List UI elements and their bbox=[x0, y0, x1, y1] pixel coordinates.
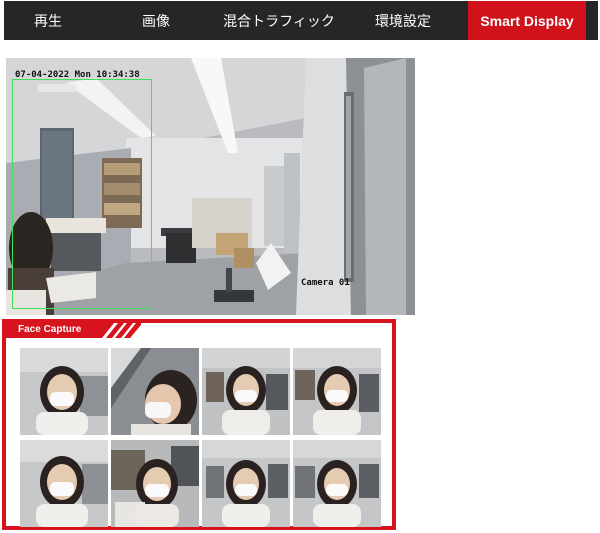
face-image bbox=[20, 440, 108, 527]
face-detection-box bbox=[12, 79, 152, 309]
face-image bbox=[293, 440, 381, 527]
face-thumbnail[interactable] bbox=[20, 348, 108, 435]
face-thumbnail[interactable] bbox=[202, 348, 290, 435]
face-thumbnail[interactable] bbox=[111, 348, 199, 435]
tab-settings[interactable]: 環境設定 bbox=[338, 1, 468, 40]
face-image bbox=[202, 440, 290, 527]
camera-name-overlay: Camera 01 bbox=[301, 278, 350, 288]
face-thumbnail[interactable] bbox=[111, 440, 199, 527]
tab-smart-display[interactable]: Smart Display bbox=[468, 1, 586, 40]
tab-mixed-traffic[interactable]: 混合トラフィック bbox=[220, 1, 338, 40]
tab-image[interactable]: 画像 bbox=[92, 1, 220, 40]
face-thumbnail[interactable] bbox=[293, 440, 381, 527]
face-thumbnail[interactable] bbox=[293, 348, 381, 435]
face-image bbox=[111, 440, 199, 527]
top-nav-bar: 再生 画像 混合トラフィック 環境設定 Smart Display bbox=[4, 1, 598, 40]
panel-title: Face Capture bbox=[18, 324, 82, 335]
face-capture-grid bbox=[16, 348, 386, 528]
tab-playback[interactable]: 再生 bbox=[4, 1, 92, 40]
face-image bbox=[20, 348, 108, 435]
face-thumbnail[interactable] bbox=[202, 440, 290, 527]
face-image bbox=[111, 348, 199, 435]
timestamp-overlay: 07-04-2022 Mon 10:34:38 bbox=[15, 70, 140, 80]
face-thumbnail[interactable] bbox=[20, 440, 108, 527]
live-video-view[interactable]: 07-04-2022 Mon 10:34:38 Camera 01 bbox=[6, 58, 415, 315]
panel-header: Face Capture bbox=[6, 323, 141, 338]
face-image bbox=[202, 348, 290, 435]
face-image bbox=[293, 348, 381, 435]
face-capture-panel: Face Capture bbox=[2, 319, 396, 530]
